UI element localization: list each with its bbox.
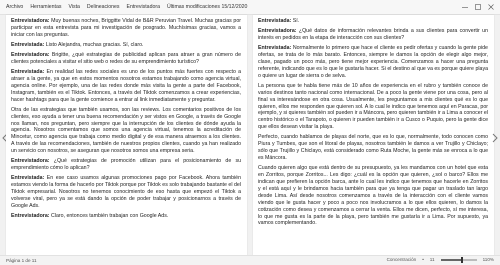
restore-icon[interactable] [474,3,481,10]
menu-entrevistadora[interactable]: Entrevistadora [127,4,160,10]
paragraph: Entrevistada: En ese caso usamos algunas… [11,175,241,210]
paragraph: Entrevistadora: Muy buenas noches, Brigg… [11,18,241,39]
right-page-content: Entrevistada: Sí. Entrevistadora: ¿Qué da… [253,15,494,227]
paragraph: Entrevistadora: ¿Qué datos de informació… [258,28,488,42]
paragraph: Entrevistada: Listo Alejandra, muchas gr… [11,42,241,49]
paragraph: Entrevistadora: Claro, entonces también … [11,213,241,220]
paragraph-text: Otra de las estrategias que también usam… [11,106,241,155]
menu-herramientas[interactable]: Herramientas [30,4,61,10]
paragraph: La persona que te habla tiene más de 10 … [258,83,488,131]
chevron-right-icon[interactable] [490,132,500,144]
close-icon[interactable] [487,3,494,10]
zoom-slider-fill [440,258,463,261]
speaker-label: Entrevistada: [258,18,292,24]
focus-mode[interactable]: Concentración [387,257,417,262]
paragraph: Entrevistada: Sí. [258,18,488,25]
speaker-label: Entrevistadora: [11,158,50,165]
minimize-icon[interactable] [461,3,468,10]
paragraph: Perfecto, cuando hablamos de playas del … [258,134,488,162]
speaker-label: Entrevistadora: [258,28,297,35]
paragraph-text: Cuando quieren algo que está dentro de s… [258,165,488,227]
paragraph-text: Normalmente lo primero que hace el clien… [258,45,488,79]
menu-archivo[interactable]: Archivo [6,4,23,10]
page-count: Página 1 de 11 [6,258,37,263]
paragraph-text: Perfecto, cuando hablamos de playas del … [258,134,488,162]
window-controls [461,3,494,10]
paragraph: Entrevistadora: ¿Qué estrategias de prom… [11,158,241,172]
status-controls: Concentración • 11 110% [387,256,494,263]
menu-last-mod: Últimas modificaciones 15/12/2020 [166,4,248,10]
speaker-label: Entrevistada: [11,175,45,182]
zoom-percent: 110% [482,257,494,262]
speaker-label: Entrevistadora: [11,212,50,219]
left-page-content: Entrevistadora: Muy buenas noches, Brigg… [6,15,247,220]
right-page: Entrevistada: Sí. Entrevistadora: ¿Qué da… [253,15,494,256]
paragraph-text: La persona que te habla tiene más de 10 … [258,82,488,131]
speaker-label: Entrevistadora: [11,52,50,58]
speaker-label: Entrevistadora: [11,18,50,24]
menu-delineaciones[interactable]: Delineaciones [87,4,120,10]
paragraph-text: En realidad las redes sociales es uno de… [11,69,241,103]
menu-bar: Archivo Herramientas Vista Delineaciones… [0,0,500,15]
left-page: Entrevistadora: Muy buenas noches, Brigg… [6,15,247,256]
menu-vista[interactable]: Vista [68,4,79,10]
paragraph-text: Sí. [292,18,300,24]
speaker-label: Entrevistada: [11,69,45,75]
paragraph: Cuando quieren algo que está dentro de s… [258,165,488,227]
zoom-slider-thumb[interactable] [461,256,464,263]
paragraph: Entrevistada: En realidad las redes soci… [11,69,241,104]
paragraph: Otra de las estrategias que también usam… [11,107,241,155]
paragraph-text: Listo Alejandra, muchas gracias. Sí, cla… [45,41,144,48]
zoom-slider[interactable] [440,256,477,263]
paragraph-text: Claro, entonces también trabajan con Goo… [50,212,169,219]
reading-area: Entrevistadora: Muy buenas noches, Brigg… [0,15,500,256]
speaker-label: Entrevistada: [11,41,45,48]
dot-icon: • [422,257,424,262]
speaker-label: Entrevistada: [258,45,292,52]
paragraph: Entrevistadora: Brigitte, ¿qué estrategi… [11,52,241,66]
paragraph: Entrevistada: Normalmente lo primero que… [258,45,488,80]
status-bar: Página 1 de 11 Concentración • 11 110% [0,255,500,265]
paragraph-text: En ese caso usamos algunas promociones p… [11,175,241,209]
page-indicator: 11 [429,257,435,262]
